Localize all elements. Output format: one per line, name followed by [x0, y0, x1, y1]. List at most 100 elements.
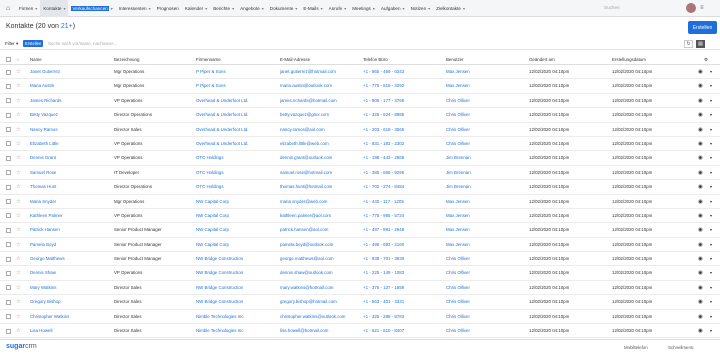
cell-phone[interactable]: +1 - 198 - 443 - 2669 [363, 151, 404, 165]
table-row[interactable]: ☆ George Matthews Senior Product Manager NW… [0, 252, 720, 267]
column-header-phone[interactable]: Telefon Büro [363, 54, 388, 65]
row-actions-dropdown-icon[interactable]: ▾ [710, 238, 712, 252]
cell-phone[interactable]: +1 - 440 - 117 - 1209 [363, 195, 404, 209]
cell-company[interactable]: NW Bridge Construction [196, 281, 243, 295]
row-checkbox[interactable] [6, 127, 11, 133]
favorite-star-icon[interactable]: ☆ [16, 295, 21, 309]
home-icon[interactable]: ⌂ [0, 0, 16, 17]
row-checkbox[interactable] [6, 227, 11, 233]
cell-user[interactable]: Chris Olliver [446, 94, 470, 108]
cell-phone[interactable]: +1 - 865 - 469 - 6343 [363, 65, 404, 79]
nav-item-10[interactable]: Anrufe ▾ [326, 0, 350, 17]
cell-phone[interactable]: +1 - 938 - 701 - 3930 [363, 252, 404, 266]
cell-email[interactable]: samuel.rose@hotmail.com [280, 166, 332, 180]
preview-eye-icon[interactable]: ◉ [698, 209, 703, 223]
cell-user[interactable]: Chris Olliver [446, 137, 470, 151]
table-row[interactable]: ☆ Betty Vazquez Director Operations Overhea… [0, 108, 720, 123]
favorite-star-icon[interactable]: ☆ [16, 79, 21, 93]
preview-eye-icon[interactable]: ◉ [698, 180, 703, 194]
cell-email[interactable]: maria.snyder@web.com [280, 195, 327, 209]
row-actions-dropdown-icon[interactable]: ▾ [710, 151, 712, 165]
table-row[interactable]: ☆ Patrick Hansen Senior Product Manager NW … [0, 223, 720, 238]
column-header-modified[interactable]: Geändert am [529, 54, 555, 65]
cell-name[interactable]: Mary Watkins [30, 281, 56, 295]
table-row[interactable]: ☆ Maria Austin Mgr Operations P Piper & Son… [0, 79, 720, 94]
row-actions-dropdown-icon[interactable]: ▾ [710, 166, 712, 180]
column-settings-icon[interactable]: ⚙ [704, 54, 708, 65]
row-checkbox[interactable] [6, 83, 11, 89]
nav-item-11[interactable]: Meetings ▾ [349, 0, 378, 17]
cell-company[interactable]: Overhead & Underfoot Ltd. [196, 137, 248, 151]
favorite-star-icon[interactable]: ☆ [16, 310, 21, 324]
cell-email[interactable]: betty.vazquez@gmx.com [280, 108, 329, 122]
preview-eye-icon[interactable]: ◉ [698, 123, 703, 137]
column-header-name[interactable]: Name [30, 54, 42, 65]
cell-company[interactable]: Overhead & Underfoot Ltd. [196, 108, 248, 122]
table-row[interactable]: ☆ Janet Gutierrez Mgr Operations P Piper & … [0, 65, 720, 80]
chevron-down-icon[interactable]: ▾ [428, 6, 430, 11]
row-actions-dropdown-icon[interactable]: ▾ [710, 324, 712, 338]
table-row[interactable]: ☆ Thomas Hunt Director Operations OTC Holdi… [0, 180, 720, 195]
cell-name[interactable]: Lisa Howell [30, 324, 52, 338]
cell-email[interactable]: mary.watkins@hotmail.com [280, 281, 333, 295]
row-checkbox[interactable] [6, 242, 11, 248]
cell-user[interactable]: Chris Olliver [446, 310, 470, 324]
nav-item-6[interactable]: Berichte ▾ [210, 0, 237, 17]
cell-name[interactable]: Janet Gutierrez [30, 65, 60, 79]
nav-item-7[interactable]: Angebote ▾ [237, 0, 267, 17]
column-header-email[interactable]: E-Mail-Adresse [280, 54, 310, 65]
cell-user[interactable]: Chris Olliver [446, 324, 470, 338]
table-row[interactable]: ☆ Gregory Bishop Director Sales NW Bridge C… [0, 295, 720, 310]
cell-company[interactable]: P Piper & Sons [196, 79, 226, 93]
nav-item-5[interactable]: Kalender ▾ [182, 0, 210, 17]
cell-phone[interactable]: +1 - 225 - 149 - 1083 [363, 266, 404, 280]
favorite-star-icon[interactable]: ☆ [16, 137, 21, 151]
cell-user[interactable]: Chris Olliver [446, 281, 470, 295]
cell-user[interactable]: Chris Olliver [446, 295, 470, 309]
row-actions-dropdown-icon[interactable]: ▾ [710, 180, 712, 194]
cell-company[interactable]: Nimble Technologies Inc [196, 310, 244, 324]
favorite-star-icon[interactable]: ☆ [16, 266, 21, 280]
chevron-down-icon[interactable]: ▾ [403, 6, 405, 11]
favorite-star-icon[interactable]: ☆ [16, 151, 21, 165]
row-actions-dropdown-icon[interactable]: ▾ [710, 137, 712, 151]
preview-eye-icon[interactable]: ◉ [698, 108, 703, 122]
preview-eye-icon[interactable]: ◉ [698, 223, 703, 237]
cell-phone[interactable]: +1 - 325 - 624 - 8985 [363, 108, 404, 122]
chevron-down-icon[interactable]: ▾ [344, 6, 346, 11]
preview-eye-icon[interactable]: ◉ [698, 166, 703, 180]
cell-email[interactable]: patrick.hansen@aol.com [280, 223, 328, 237]
row-checkbox[interactable] [6, 299, 11, 305]
chevron-down-icon[interactable]: ▾ [63, 6, 65, 11]
user-avatar[interactable] [686, 3, 696, 13]
preview-eye-icon[interactable]: ◉ [698, 238, 703, 252]
cell-name[interactable]: Maria Snyder [30, 195, 56, 209]
row-actions-dropdown-icon[interactable]: ▾ [710, 281, 712, 295]
chevron-down-icon[interactable]: ▾ [205, 6, 207, 11]
cell-company[interactable]: OTC Holdings [196, 180, 224, 194]
table-row[interactable]: ☆ Dennis Shaw VP Operations NW Bridge Const… [0, 266, 720, 281]
nav-item-9[interactable]: E-Mails ▾ [300, 0, 325, 17]
cell-name[interactable]: James Richards [30, 94, 61, 108]
preview-eye-icon[interactable]: ◉ [698, 195, 703, 209]
table-row[interactable]: ☆ Samuel Rose IT Developer OTC Holdings samu… [0, 166, 720, 181]
chevron-down-icon[interactable]: ▾ [295, 6, 297, 11]
preview-eye-icon[interactable]: ◉ [698, 79, 703, 93]
favorite-star-icon[interactable]: ☆ [16, 123, 21, 137]
preview-eye-icon[interactable]: ◉ [698, 94, 703, 108]
cell-email[interactable]: lisa.howell@hotmail.com [280, 324, 328, 338]
row-actions-dropdown-icon[interactable]: ▾ [710, 108, 712, 122]
cell-company[interactable]: OTC Holdings [196, 166, 224, 180]
cell-user[interactable]: Chris Olliver [446, 123, 470, 137]
cell-name[interactable]: Samuel Rose [30, 166, 56, 180]
mobile-link[interactable]: Mobiltelefon [624, 345, 648, 350]
row-actions-dropdown-icon[interactable]: ▾ [710, 65, 712, 79]
cell-phone[interactable]: +1 - 831 - 183 - 2302 [363, 137, 404, 151]
cell-user[interactable]: Max Jensen [446, 79, 470, 93]
column-header-user[interactable]: Benutzer [446, 54, 464, 65]
cell-company[interactable]: NW Bridge Construction [196, 266, 243, 280]
nav-item-12[interactable]: Aufgaben ▾ [378, 0, 408, 17]
nav-item-8[interactable]: Dokumente ▾ [267, 0, 301, 17]
cell-email[interactable]: janet.gutierrez@hotmail.com [280, 65, 336, 79]
row-checkbox[interactable] [6, 112, 11, 118]
